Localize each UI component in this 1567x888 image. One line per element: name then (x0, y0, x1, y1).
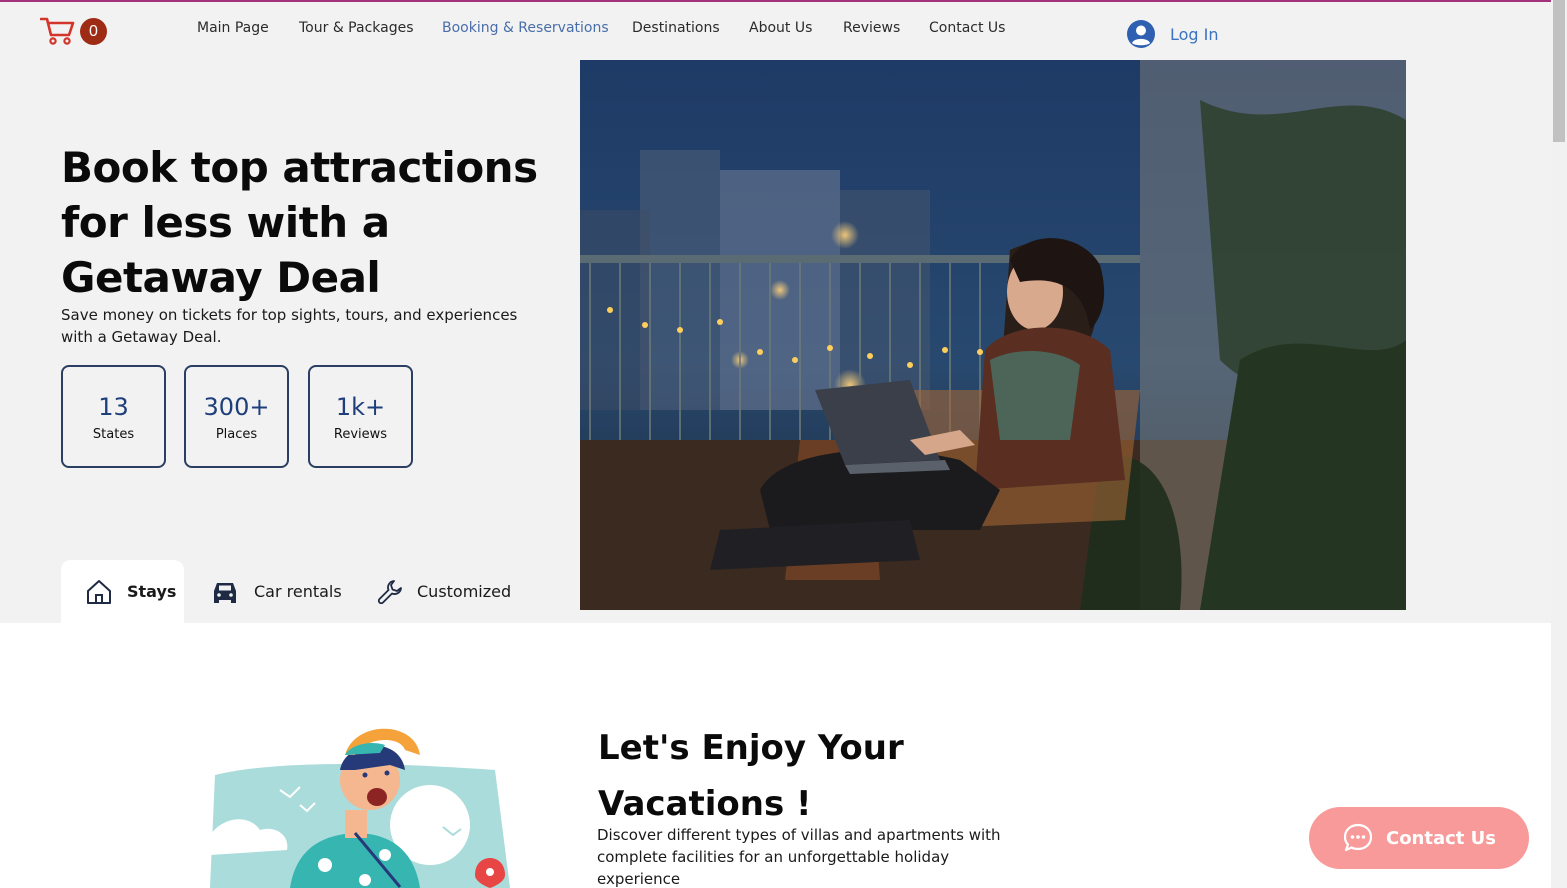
nav-contact-us[interactable]: Contact Us (929, 20, 1005, 36)
tab-label: Car rentals (254, 582, 342, 601)
chat-icon (1343, 823, 1373, 852)
hero-title-line: for less with a (61, 198, 390, 247)
scrollbar-thumb[interactable] (1553, 0, 1565, 142)
section-title-line: Let's Enjoy Your (598, 728, 904, 768)
home-icon (87, 579, 111, 604)
stat-label: Places (215, 427, 258, 442)
user-avatar-icon (1127, 20, 1155, 48)
contact-us-label: Contact Us (1385, 827, 1496, 849)
stat-card-states: 13 States (61, 365, 166, 468)
hero-image (580, 60, 1406, 610)
stat-value: 1k+ (335, 393, 386, 421)
tab-customized[interactable]: Customized (377, 560, 511, 623)
stat-card-places: 300+ Places (184, 365, 289, 468)
stat-label: Reviews (333, 427, 388, 442)
nav-main-page[interactable]: Main Page (197, 20, 269, 36)
section-title: Let's Enjoy Your Vacations ! (598, 720, 1078, 832)
contact-us-button[interactable]: Contact Us (1309, 807, 1529, 869)
nav-about-us[interactable]: About Us (749, 20, 812, 36)
cart-icon[interactable] (40, 16, 76, 46)
stat-label: States (92, 427, 135, 442)
login-button[interactable]: Log In (1126, 19, 1219, 49)
traveler-illustration (210, 728, 510, 888)
hero-subtitle: Save money on tickets for top sights, to… (61, 306, 518, 346)
hero-title-line: Getaway Deal (61, 253, 381, 302)
login-label: Log In (1170, 24, 1219, 44)
nav-booking-reservations[interactable]: Booking & Reservations (442, 20, 609, 36)
tab-car-rentals[interactable]: Car rentals (210, 560, 342, 623)
wrench-icon (377, 579, 402, 604)
stat-value: 13 (98, 393, 129, 421)
tab-label: Customized (417, 582, 512, 601)
car-icon (214, 582, 236, 603)
nav-destinations[interactable]: Destinations (632, 20, 720, 36)
section-description: Discover different types of villas and a… (597, 826, 1001, 888)
stat-value: 300+ (203, 393, 270, 421)
stat-card-reviews: 1k+ Reviews (308, 365, 413, 468)
tab-stays[interactable]: Stays (61, 560, 184, 623)
hero-title-line: Book top attractions (61, 143, 538, 192)
cart-count-badge: 0 (80, 18, 107, 45)
tab-label: Stays (127, 582, 177, 601)
nav-tour-packages[interactable]: Tour & Packages (299, 20, 414, 36)
nav-reviews[interactable]: Reviews (843, 20, 900, 36)
hero-title: Book top attractions for less with a Get… (61, 140, 571, 305)
